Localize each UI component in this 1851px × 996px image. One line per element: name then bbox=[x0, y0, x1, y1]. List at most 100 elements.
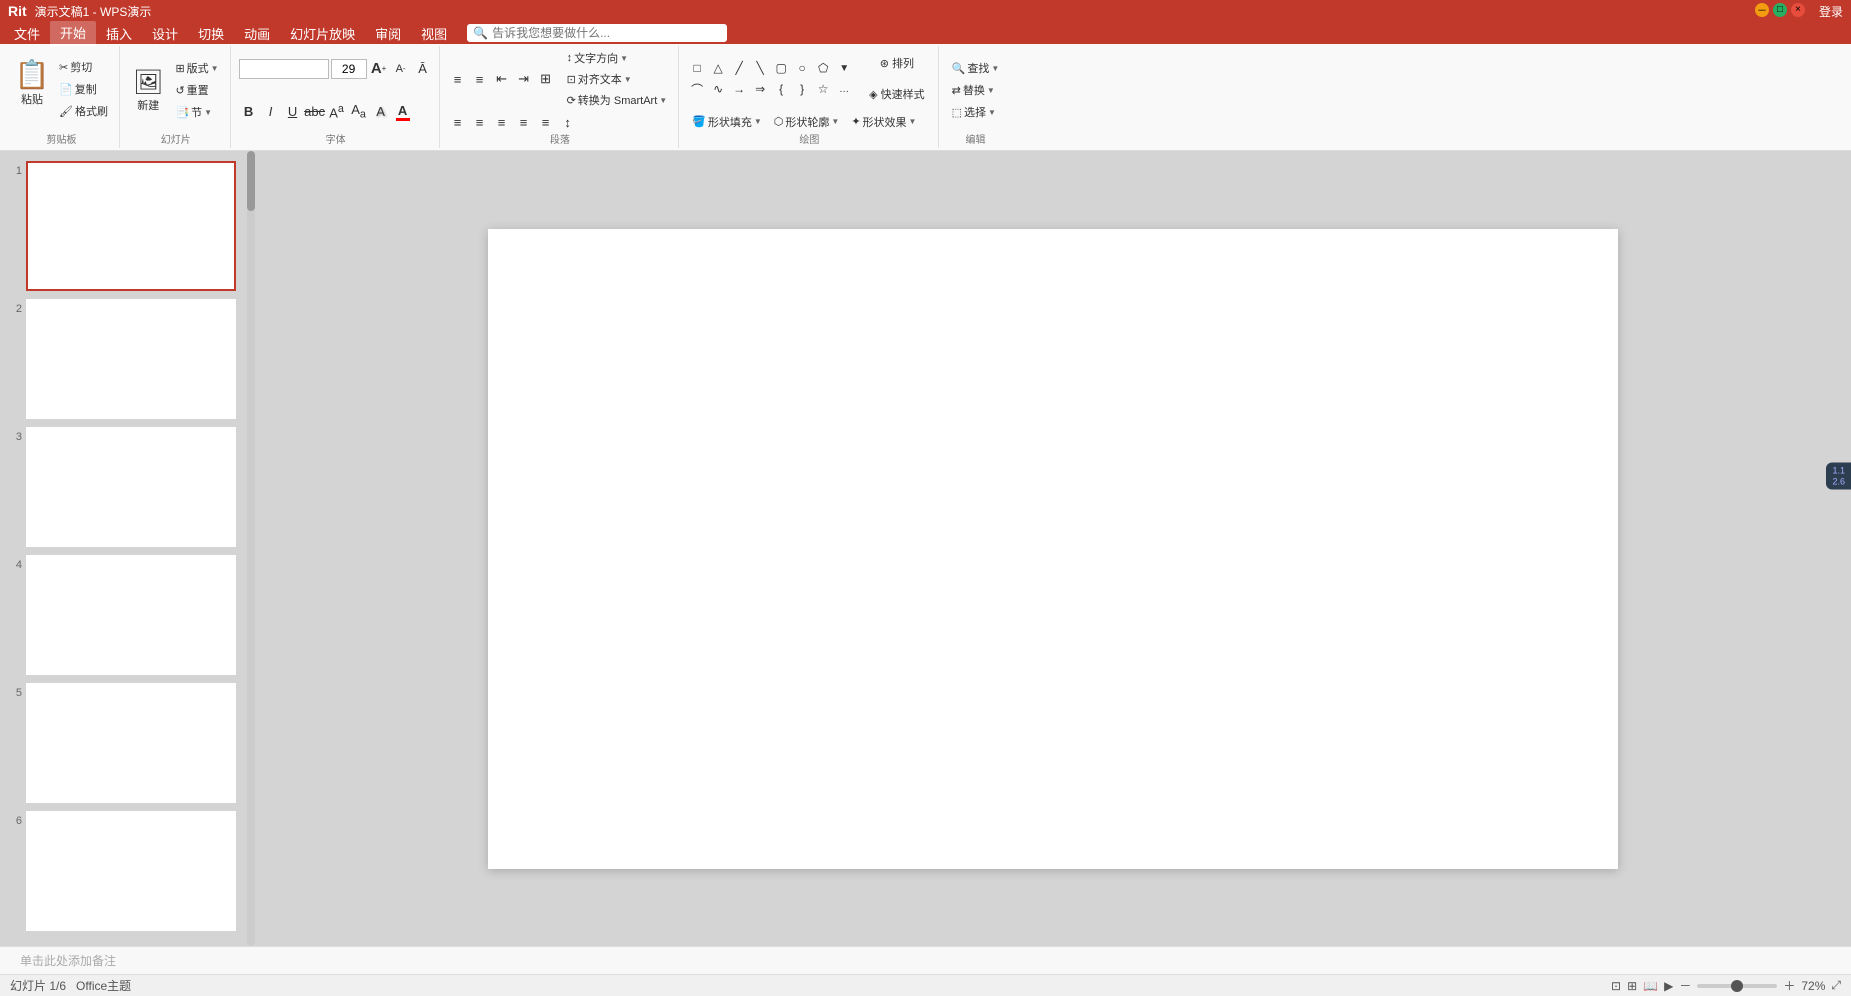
zoom-slider-thumb[interactable] bbox=[1731, 980, 1743, 992]
decrease-font-button[interactable]: A- bbox=[391, 59, 411, 79]
floating-badge[interactable]: 1.1 2.6 bbox=[1826, 462, 1851, 489]
select-button[interactable]: ⬚ 选择 ▼ bbox=[947, 102, 1001, 122]
view-slide-icon[interactable]: ⊞ bbox=[1627, 979, 1637, 993]
increase-font-button[interactable]: A+ bbox=[369, 59, 389, 79]
zoom-out-button[interactable]: － bbox=[1679, 977, 1691, 994]
slide-number-5: 5 bbox=[6, 683, 22, 699]
scrollbar-thumb[interactable] bbox=[247, 151, 255, 211]
shape-arc-icon[interactable]: ⌒ bbox=[687, 79, 707, 99]
shape-bracket-icon[interactable]: { bbox=[771, 79, 791, 99]
new-slide-button[interactable]: 🖼 新建 bbox=[128, 60, 168, 120]
slide-thumb-5[interactable] bbox=[26, 683, 236, 803]
replace-button[interactable]: ⇄ 替换 ▼ bbox=[947, 80, 1000, 100]
font-color-button[interactable]: A bbox=[393, 102, 413, 122]
view-reading-icon[interactable]: 📖 bbox=[1643, 979, 1658, 993]
menu-item-home[interactable]: 开始 bbox=[50, 21, 96, 46]
bullet-list-button[interactable]: ≡ bbox=[448, 69, 468, 89]
align-text-button[interactable]: ⊡ 对齐文本 ▼ bbox=[562, 69, 673, 89]
layout-button[interactable]: ⊞ 版式 ▼ bbox=[170, 58, 223, 78]
shape-more2-icon[interactable]: … bbox=[834, 79, 854, 99]
shape-arrow-icon[interactable]: → bbox=[729, 79, 749, 99]
menu-item-insert[interactable]: 插入 bbox=[96, 22, 142, 45]
shape-star-icon[interactable]: ☆ bbox=[813, 79, 833, 99]
shape-arrow2-icon[interactable]: ⇒ bbox=[750, 79, 770, 99]
justify-button[interactable]: ≡ bbox=[514, 112, 534, 132]
search-box[interactable]: 🔍 bbox=[467, 24, 727, 42]
superscript-button[interactable]: Aa bbox=[327, 102, 347, 122]
paste-button[interactable]: 📋 粘贴 bbox=[10, 48, 54, 116]
numbered-list-button[interactable]: ≡ bbox=[470, 69, 490, 89]
align-left-button[interactable]: ≡ bbox=[448, 112, 468, 132]
notes-area[interactable]: 单击此处添加备注 bbox=[0, 946, 1851, 974]
slide-thumb-1[interactable] bbox=[26, 161, 236, 291]
slide-thumb-3[interactable] bbox=[26, 427, 236, 547]
view-slideshow-icon[interactable]: ▶ bbox=[1664, 979, 1673, 993]
distributed-icon: ≡ bbox=[542, 115, 550, 130]
editing-group-label: 编辑 bbox=[941, 131, 1011, 146]
shape-pentagon-icon[interactable]: ⬠ bbox=[813, 58, 833, 78]
menu-item-slideshow[interactable]: 幻灯片放映 bbox=[280, 22, 365, 45]
shape-fill-button[interactable]: 🪣 形状填充 ▼ bbox=[687, 112, 767, 132]
shape-effect-button[interactable]: ✦ 形状效果 ▼ bbox=[846, 112, 921, 132]
shape-rounded-rect-icon[interactable]: ▢ bbox=[771, 58, 791, 78]
bold-button[interactable]: B bbox=[239, 102, 259, 122]
close-button[interactable]: × bbox=[1791, 3, 1805, 17]
menu-item-design[interactable]: 设计 bbox=[142, 22, 188, 45]
quick-styles-button[interactable]: ◈ 快速样式 bbox=[862, 79, 931, 109]
font-size-input[interactable] bbox=[331, 59, 367, 79]
format-painter-button[interactable]: 🖌 格式刷 bbox=[54, 101, 113, 121]
clear-format-button[interactable]: Ā bbox=[413, 59, 433, 79]
shape-curve-icon[interactable]: ∿ bbox=[708, 79, 728, 99]
arrange-button[interactable]: ⊛ 排列 bbox=[862, 48, 931, 78]
search-input[interactable] bbox=[492, 26, 721, 40]
shape-brace-icon[interactable]: } bbox=[792, 79, 812, 99]
decrease-indent-button[interactable]: ⇤ bbox=[492, 69, 512, 89]
columns-button[interactable]: ⊞ bbox=[536, 69, 556, 89]
font-color-icon: A bbox=[396, 103, 410, 121]
shape-rect-icon[interactable]: □ bbox=[687, 58, 707, 78]
convert-smartart-button[interactable]: ⟳ 转换为 SmartArt ▼ bbox=[562, 90, 673, 110]
font-name-input[interactable] bbox=[239, 59, 329, 79]
shape-outline-button[interactable]: ⬡ 形状轮廓 ▼ bbox=[769, 112, 845, 132]
underline-button[interactable]: U bbox=[283, 102, 303, 122]
align-right-button[interactable]: ≡ bbox=[492, 112, 512, 132]
fit-window-button[interactable]: ⤢ bbox=[1831, 978, 1841, 993]
strikethrough-button[interactable]: abc bbox=[305, 102, 325, 122]
italic-button[interactable]: I bbox=[261, 102, 281, 122]
copy-button[interactable]: 📄 复制 bbox=[54, 79, 113, 99]
cut-button[interactable]: ✂ 剪切 bbox=[54, 57, 113, 77]
align-center-button[interactable]: ≡ bbox=[470, 112, 490, 132]
subscript-button[interactable]: Aa bbox=[349, 102, 369, 122]
text-direction-button[interactable]: ↕ 文字方向 ▼ bbox=[562, 48, 673, 68]
slide-thumb-4[interactable] bbox=[26, 555, 236, 675]
shadow-button[interactable]: A bbox=[371, 102, 391, 122]
line-spacing-button[interactable]: ↕ bbox=[558, 112, 578, 132]
slide-canvas[interactable] bbox=[488, 229, 1618, 869]
minimize-button[interactable]: － bbox=[1755, 3, 1769, 17]
maximize-button[interactable]: □ bbox=[1773, 3, 1787, 17]
menu-item-animation[interactable]: 动画 bbox=[234, 22, 280, 45]
menu-item-transition[interactable]: 切换 bbox=[188, 22, 234, 45]
shape-line-icon[interactable]: ╱ bbox=[729, 58, 749, 78]
menu-item-review[interactable]: 审阅 bbox=[365, 22, 411, 45]
shape-line2-icon[interactable]: ╲ bbox=[750, 58, 770, 78]
reset-button[interactable]: ↺ 重置 bbox=[170, 80, 223, 100]
find-button[interactable]: 🔍 查找 ▼ bbox=[947, 58, 1005, 78]
section-button[interactable]: 📑 节 ▼ bbox=[170, 102, 223, 122]
distributed-button[interactable]: ≡ bbox=[536, 112, 556, 132]
slides-scrollbar[interactable] bbox=[247, 151, 255, 946]
shape-triangle-icon[interactable]: △ bbox=[708, 58, 728, 78]
login-button[interactable]: 登录 bbox=[1819, 3, 1843, 20]
menu-item-view[interactable]: 视图 bbox=[411, 22, 457, 45]
zoom-slider[interactable] bbox=[1697, 984, 1777, 988]
shape-ellipse-icon[interactable]: ○ bbox=[792, 58, 812, 78]
bold-icon: B bbox=[244, 104, 253, 119]
shape-fill-label: 形状填充 bbox=[708, 114, 752, 130]
menu-item-file[interactable]: 文件 bbox=[4, 22, 50, 45]
increase-indent-button[interactable]: ⇥ bbox=[514, 69, 534, 89]
slide-thumb-6[interactable] bbox=[26, 811, 236, 931]
view-normal-icon[interactable]: ⊡ bbox=[1611, 979, 1621, 993]
slide-thumb-2[interactable] bbox=[26, 299, 236, 419]
zoom-in-button[interactable]: ＋ bbox=[1783, 977, 1795, 994]
shape-more-icon[interactable]: ▼ bbox=[834, 58, 854, 78]
